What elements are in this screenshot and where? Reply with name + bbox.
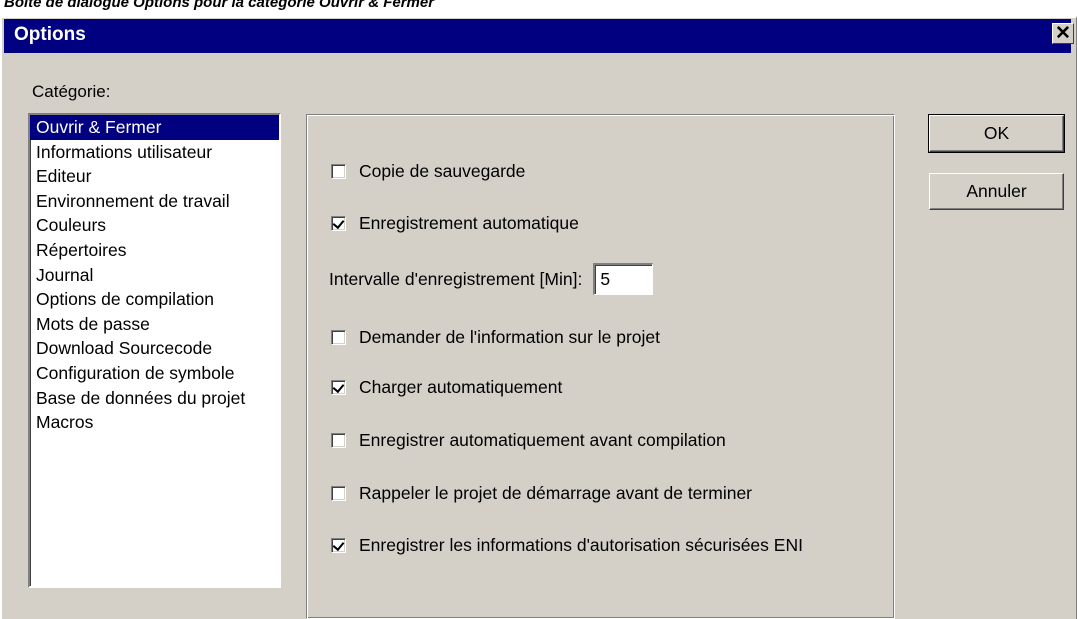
close-button[interactable]: ✕ bbox=[1052, 23, 1074, 44]
backup-option[interactable]: Copie de sauvegarde bbox=[331, 160, 525, 182]
save-interval-input[interactable] bbox=[593, 263, 654, 295]
remind-boot-project-checkbox[interactable] bbox=[331, 485, 346, 501]
title-bar: Options bbox=[4, 19, 1071, 53]
category-item-journal[interactable]: Journal bbox=[30, 263, 279, 288]
autosave-before-compile-checkbox[interactable] bbox=[331, 432, 346, 448]
category-item-options-de-compilation[interactable]: Options de compilation bbox=[30, 287, 279, 312]
category-item-repertoires[interactable]: Répertoires bbox=[30, 238, 279, 263]
category-item-macros[interactable]: Macros bbox=[30, 410, 279, 435]
close-icon: ✕ bbox=[1055, 23, 1071, 44]
autosave-checkbox[interactable] bbox=[331, 215, 346, 231]
options-panel: Copie de sauvegarde Enregistrement autom… bbox=[306, 114, 895, 619]
cancel-button[interactable]: Annuler bbox=[929, 173, 1064, 210]
save-eni-credentials-option[interactable]: Enregistrer les informations d'autorisat… bbox=[331, 534, 803, 556]
category-item-informations-utilisateur[interactable]: Informations utilisateur bbox=[30, 140, 279, 165]
autosave-label: Enregistrement automatique bbox=[359, 212, 579, 233]
category-item-base-de-donnees[interactable]: Base de données du projet bbox=[30, 386, 279, 411]
category-item-couleurs[interactable]: Couleurs bbox=[30, 213, 279, 238]
autoload-checkbox[interactable] bbox=[331, 379, 346, 395]
category-list[interactable]: Ouvrir & Fermer Informations utilisateur… bbox=[28, 113, 281, 588]
ask-project-info-label: Demander de l'information sur le projet bbox=[359, 326, 660, 347]
save-eni-credentials-checkbox[interactable] bbox=[331, 537, 346, 553]
ask-project-info-option[interactable]: Demander de l'information sur le projet bbox=[331, 326, 660, 348]
autosave-before-compile-label: Enregistrer automatiquement avant compil… bbox=[359, 429, 726, 450]
options-dialog: Options ✕ Catégorie: Ouvrir & Fermer Inf… bbox=[0, 16, 1077, 619]
save-eni-credentials-label: Enregistrer les informations d'autorisat… bbox=[359, 534, 803, 555]
autoload-label: Charger automatiquement bbox=[359, 376, 563, 397]
remind-boot-project-option[interactable]: Rappeler le projet de démarrage avant de… bbox=[331, 482, 752, 504]
save-interval-label: Intervalle d'enregistrement [Min]: bbox=[329, 268, 583, 289]
category-item-editeur[interactable]: Editeur bbox=[30, 164, 279, 189]
ask-project-info-checkbox[interactable] bbox=[331, 329, 346, 345]
ok-button[interactable]: OK bbox=[928, 114, 1065, 153]
category-item-environnement-de-travail[interactable]: Environnement de travail bbox=[30, 189, 279, 214]
autosave-before-compile-option[interactable]: Enregistrer automatiquement avant compil… bbox=[331, 429, 726, 451]
autoload-option[interactable]: Charger automatiquement bbox=[331, 376, 562, 398]
save-interval-row: Intervalle d'enregistrement [Min]: bbox=[329, 263, 654, 295]
remind-boot-project-label: Rappeler le projet de démarrage avant de… bbox=[359, 482, 752, 503]
category-label: Catégorie: bbox=[32, 82, 111, 101]
backup-label: Copie de sauvegarde bbox=[359, 160, 526, 181]
autosave-option[interactable]: Enregistrement automatique bbox=[331, 212, 579, 234]
figure-caption: Boîte de dialogue Options pour la catégo… bbox=[4, 0, 435, 11]
dialog-title: Options bbox=[14, 24, 86, 45]
category-item-mots-de-passe[interactable]: Mots de passe bbox=[30, 312, 279, 337]
category-item-download-sourcecode[interactable]: Download Sourcecode bbox=[30, 336, 279, 361]
category-item-ouvrir-fermer[interactable]: Ouvrir & Fermer bbox=[30, 115, 279, 140]
backup-checkbox[interactable] bbox=[331, 163, 346, 179]
category-item-configuration-de-symbole[interactable]: Configuration de symbole bbox=[30, 361, 279, 386]
